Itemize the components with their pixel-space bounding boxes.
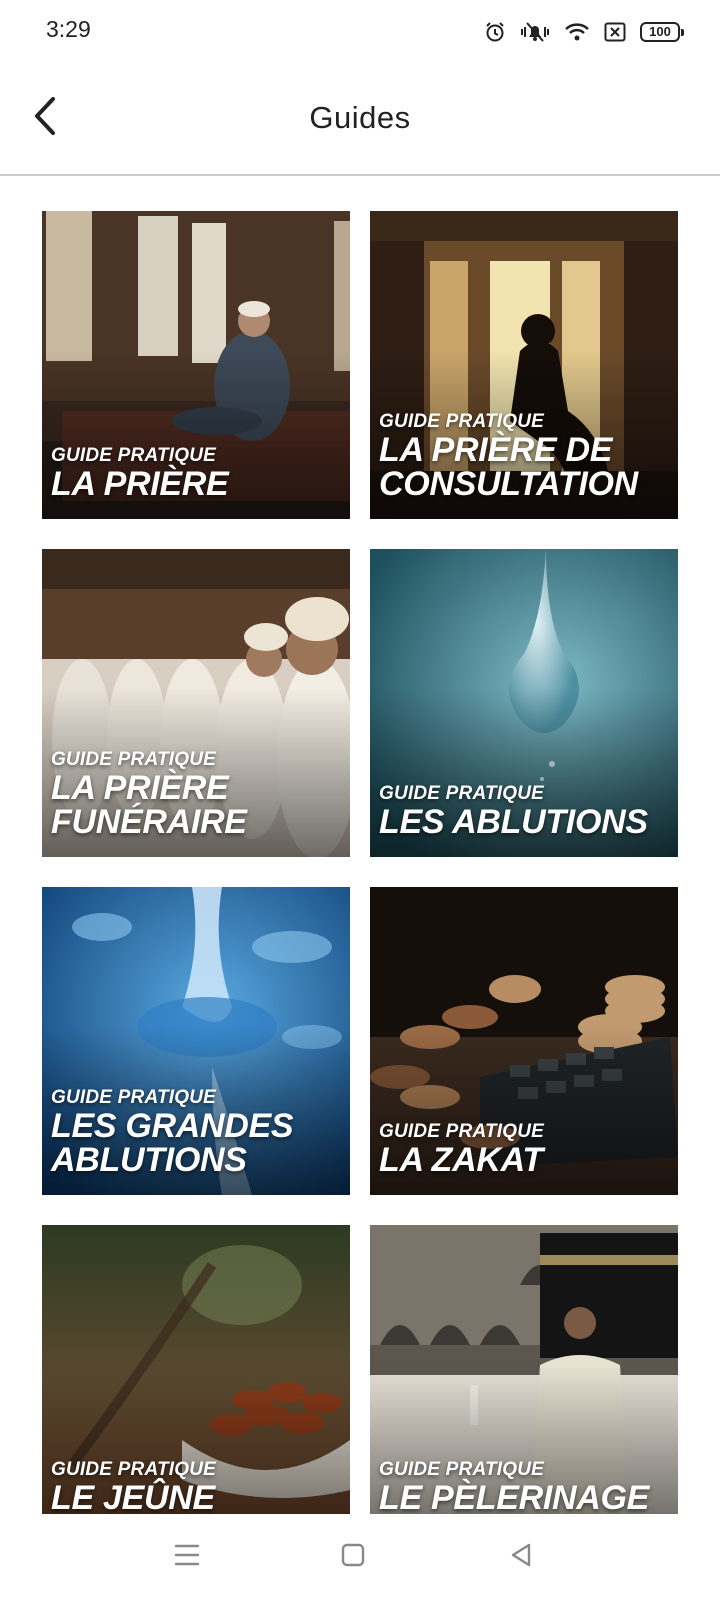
guide-card-priere[interactable]: GUIDE PRATIQUE LA PRIÈRE (42, 211, 350, 519)
card-title: LA PRIÈRE FUNÉRAIRE (51, 769, 247, 841)
menu-icon (173, 1541, 201, 1574)
app-bar: Guides (0, 64, 720, 176)
page-title: Guides (309, 100, 411, 135)
card-kicker: GUIDE PRATIQUE (51, 1459, 217, 1480)
card-caption: GUIDE PRATIQUE LA PRIÈRE FUNÉRAIRE (51, 749, 344, 839)
status-time: 3:29 (46, 16, 91, 42)
back-triangle-icon (507, 1541, 535, 1574)
status-bar: 3:29 100 (0, 0, 720, 64)
card-kicker: GUIDE PRATIQUE (51, 445, 217, 466)
card-title: LES ABLUTIONS (379, 803, 648, 841)
home-button[interactable] (336, 1540, 370, 1574)
card-title: LE JEÛNE (51, 1479, 215, 1514)
system-nav-bar (0, 1514, 720, 1600)
card-caption: GUIDE PRATIQUE LES GRANDES ABLUTIONS (51, 1087, 344, 1177)
guide-card-grandes-ablutions[interactable]: GUIDE PRATIQUE LES GRANDES ABLUTIONS (42, 887, 350, 1195)
guides-grid: GUIDE PRATIQUE LA PRIÈRE GUIDE PRATIQUE … (42, 211, 680, 1514)
back-nav-button[interactable] (504, 1540, 538, 1574)
alarm-icon (484, 21, 506, 43)
card-kicker: GUIDE PRATIQUE (379, 1459, 545, 1480)
card-caption: GUIDE PRATIQUE LE JEÛNE (51, 1459, 344, 1514)
guide-card-ablutions[interactable]: GUIDE PRATIQUE LES ABLUTIONS (370, 549, 678, 857)
card-kicker: GUIDE PRATIQUE (379, 1121, 545, 1142)
home-square-icon (339, 1541, 367, 1574)
card-title: LA PRIÈRE (51, 465, 229, 503)
card-kicker: GUIDE PRATIQUE (379, 411, 545, 432)
card-caption: GUIDE PRATIQUE LA PRIÈRE (51, 445, 344, 501)
card-caption: GUIDE PRATIQUE LES ABLUTIONS (379, 783, 672, 839)
card-title: LE PÈLERINAGE (379, 1479, 650, 1514)
battery-icon: 100 (640, 22, 684, 42)
card-kicker: GUIDE PRATIQUE (379, 783, 545, 804)
guide-card-jeune[interactable]: GUIDE PRATIQUE LE JEÛNE (42, 1225, 350, 1514)
card-title: LA PRIÈRE DE CONSULTATION (379, 431, 638, 503)
card-title: LA ZAKAT (379, 1141, 543, 1179)
sim-off-icon (604, 22, 626, 42)
guide-card-funeraire[interactable]: GUIDE PRATIQUE LA PRIÈRE FUNÉRAIRE (42, 549, 350, 857)
mute-icon (520, 21, 550, 43)
guide-card-zakat[interactable]: GUIDE PRATIQUE LA ZAKAT (370, 887, 678, 1195)
card-title: LES GRANDES ABLUTIONS (51, 1107, 294, 1179)
card-caption: GUIDE PRATIQUE LA PRIÈRE DE CONSULTATION (379, 411, 672, 501)
card-kicker: GUIDE PRATIQUE (51, 1087, 217, 1108)
wifi-icon (564, 21, 590, 43)
card-caption: GUIDE PRATIQUE LA ZAKAT (379, 1121, 672, 1177)
guide-card-pelerinage[interactable]: GUIDE PRATIQUE LE PÈLERINAGE (370, 1225, 678, 1514)
card-caption: GUIDE PRATIQUE LE PÈLERINAGE (379, 1459, 672, 1514)
card-kicker: GUIDE PRATIQUE (51, 749, 217, 770)
guide-card-consultation[interactable]: GUIDE PRATIQUE LA PRIÈRE DE CONSULTATION (370, 211, 678, 519)
menu-button[interactable] (170, 1540, 204, 1574)
status-icons: 100 (484, 18, 684, 46)
